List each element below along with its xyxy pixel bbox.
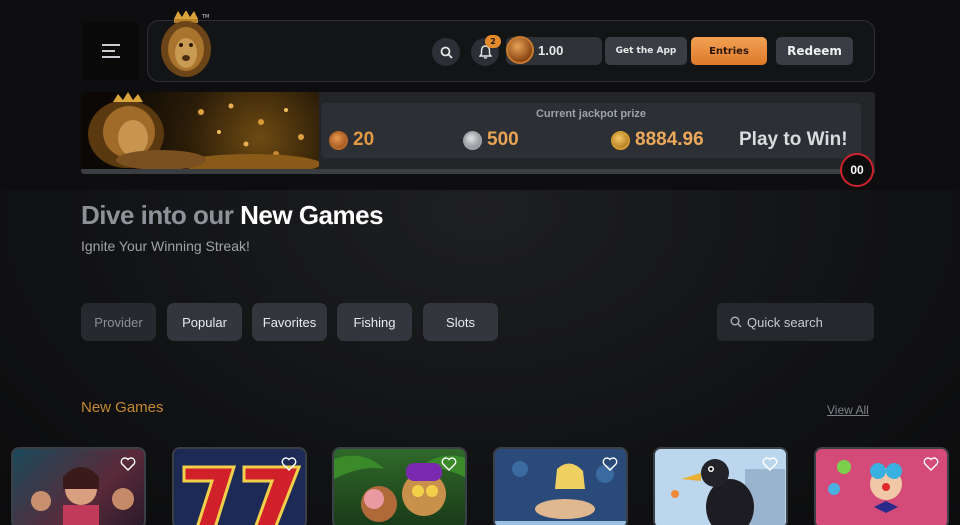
jackpot-label: Current jackpot prize — [535, 108, 647, 120]
search-icon — [440, 46, 453, 59]
quick-search-input[interactable]: Quick search — [717, 303, 874, 341]
favorite-heart-icon[interactable] — [281, 457, 297, 471]
lion-logo[interactable] — [158, 10, 214, 79]
jackpot-timer: 00 — [840, 153, 874, 187]
get-app-button[interactable]: Get the App — [605, 37, 687, 65]
filter-fishing[interactable]: Fishing — [337, 303, 412, 341]
bronze-coin-icon — [329, 130, 348, 150]
page-subtitle: Ignite Your Winning Streak! — [81, 238, 250, 254]
game-card[interactable] — [332, 447, 467, 525]
gold-coin-icon — [506, 36, 534, 64]
game-card[interactable] — [814, 447, 949, 525]
view-all-link[interactable]: View All — [827, 403, 869, 417]
game-card[interactable] — [11, 447, 146, 525]
gold-coin-icon — [611, 130, 630, 150]
game-card[interactable] — [493, 447, 628, 525]
entries-button[interactable]: Entries — [691, 37, 767, 65]
page-title-highlight: New Games — [240, 200, 384, 230]
balance-value: 1.00 — [538, 43, 564, 58]
jackpot-tier-1-value: 20 — [353, 129, 375, 150]
game-card[interactable] — [172, 447, 307, 525]
quick-search-placeholder: Quick search — [747, 314, 823, 330]
jackpot-tier-2-value: 500 — [487, 129, 519, 150]
game-card[interactable] — [653, 447, 788, 525]
jackpot-tier-3-value: 8884.96 — [635, 129, 704, 150]
section-title: New Games — [81, 399, 164, 416]
filter-slots[interactable]: Slots — [423, 303, 498, 341]
play-to-win-label: Play to Win! — [739, 129, 848, 150]
jackpot-banner[interactable]: Current jackpot prize 20 500 8884.96 Pla… — [81, 92, 875, 174]
page-title-lead: Dive into our — [81, 200, 234, 230]
jackpot-tier-1: 20 — [329, 129, 374, 151]
favorite-heart-icon[interactable] — [923, 457, 939, 471]
header-bar: TM 2 1.00 Get the App Entries Redeem — [147, 10, 875, 82]
menu-button[interactable] — [83, 22, 139, 80]
filter-popular[interactable]: Popular — [167, 303, 242, 341]
jackpot-progress-bar — [81, 169, 875, 174]
jackpot-tier-2: 500 — [463, 129, 519, 151]
jackpot-tier-3: 8884.96 — [611, 129, 704, 151]
favorite-heart-icon[interactable] — [441, 457, 457, 471]
header-search-button[interactable] — [432, 38, 460, 66]
balance-display[interactable]: 1.00 — [506, 36, 602, 65]
hamburger-icon — [102, 44, 120, 58]
jackpot-lion-image — [81, 92, 321, 174]
page-title: Dive into our New Games — [81, 200, 384, 231]
silver-coin-icon — [463, 130, 482, 150]
filter-provider[interactable]: Provider — [81, 303, 156, 341]
redeem-button[interactable]: Redeem — [776, 37, 853, 65]
filter-favorites[interactable]: Favorites — [252, 303, 327, 341]
jackpot-panel: Current jackpot prize 20 500 8884.96 Pla… — [321, 103, 861, 158]
favorite-heart-icon[interactable] — [602, 457, 618, 471]
favorite-heart-icon[interactable] — [762, 457, 778, 471]
trademark-mark: TM — [202, 14, 210, 20]
notification-badge: 2 — [485, 35, 501, 48]
search-icon — [730, 316, 742, 328]
favorite-heart-icon[interactable] — [120, 457, 136, 471]
